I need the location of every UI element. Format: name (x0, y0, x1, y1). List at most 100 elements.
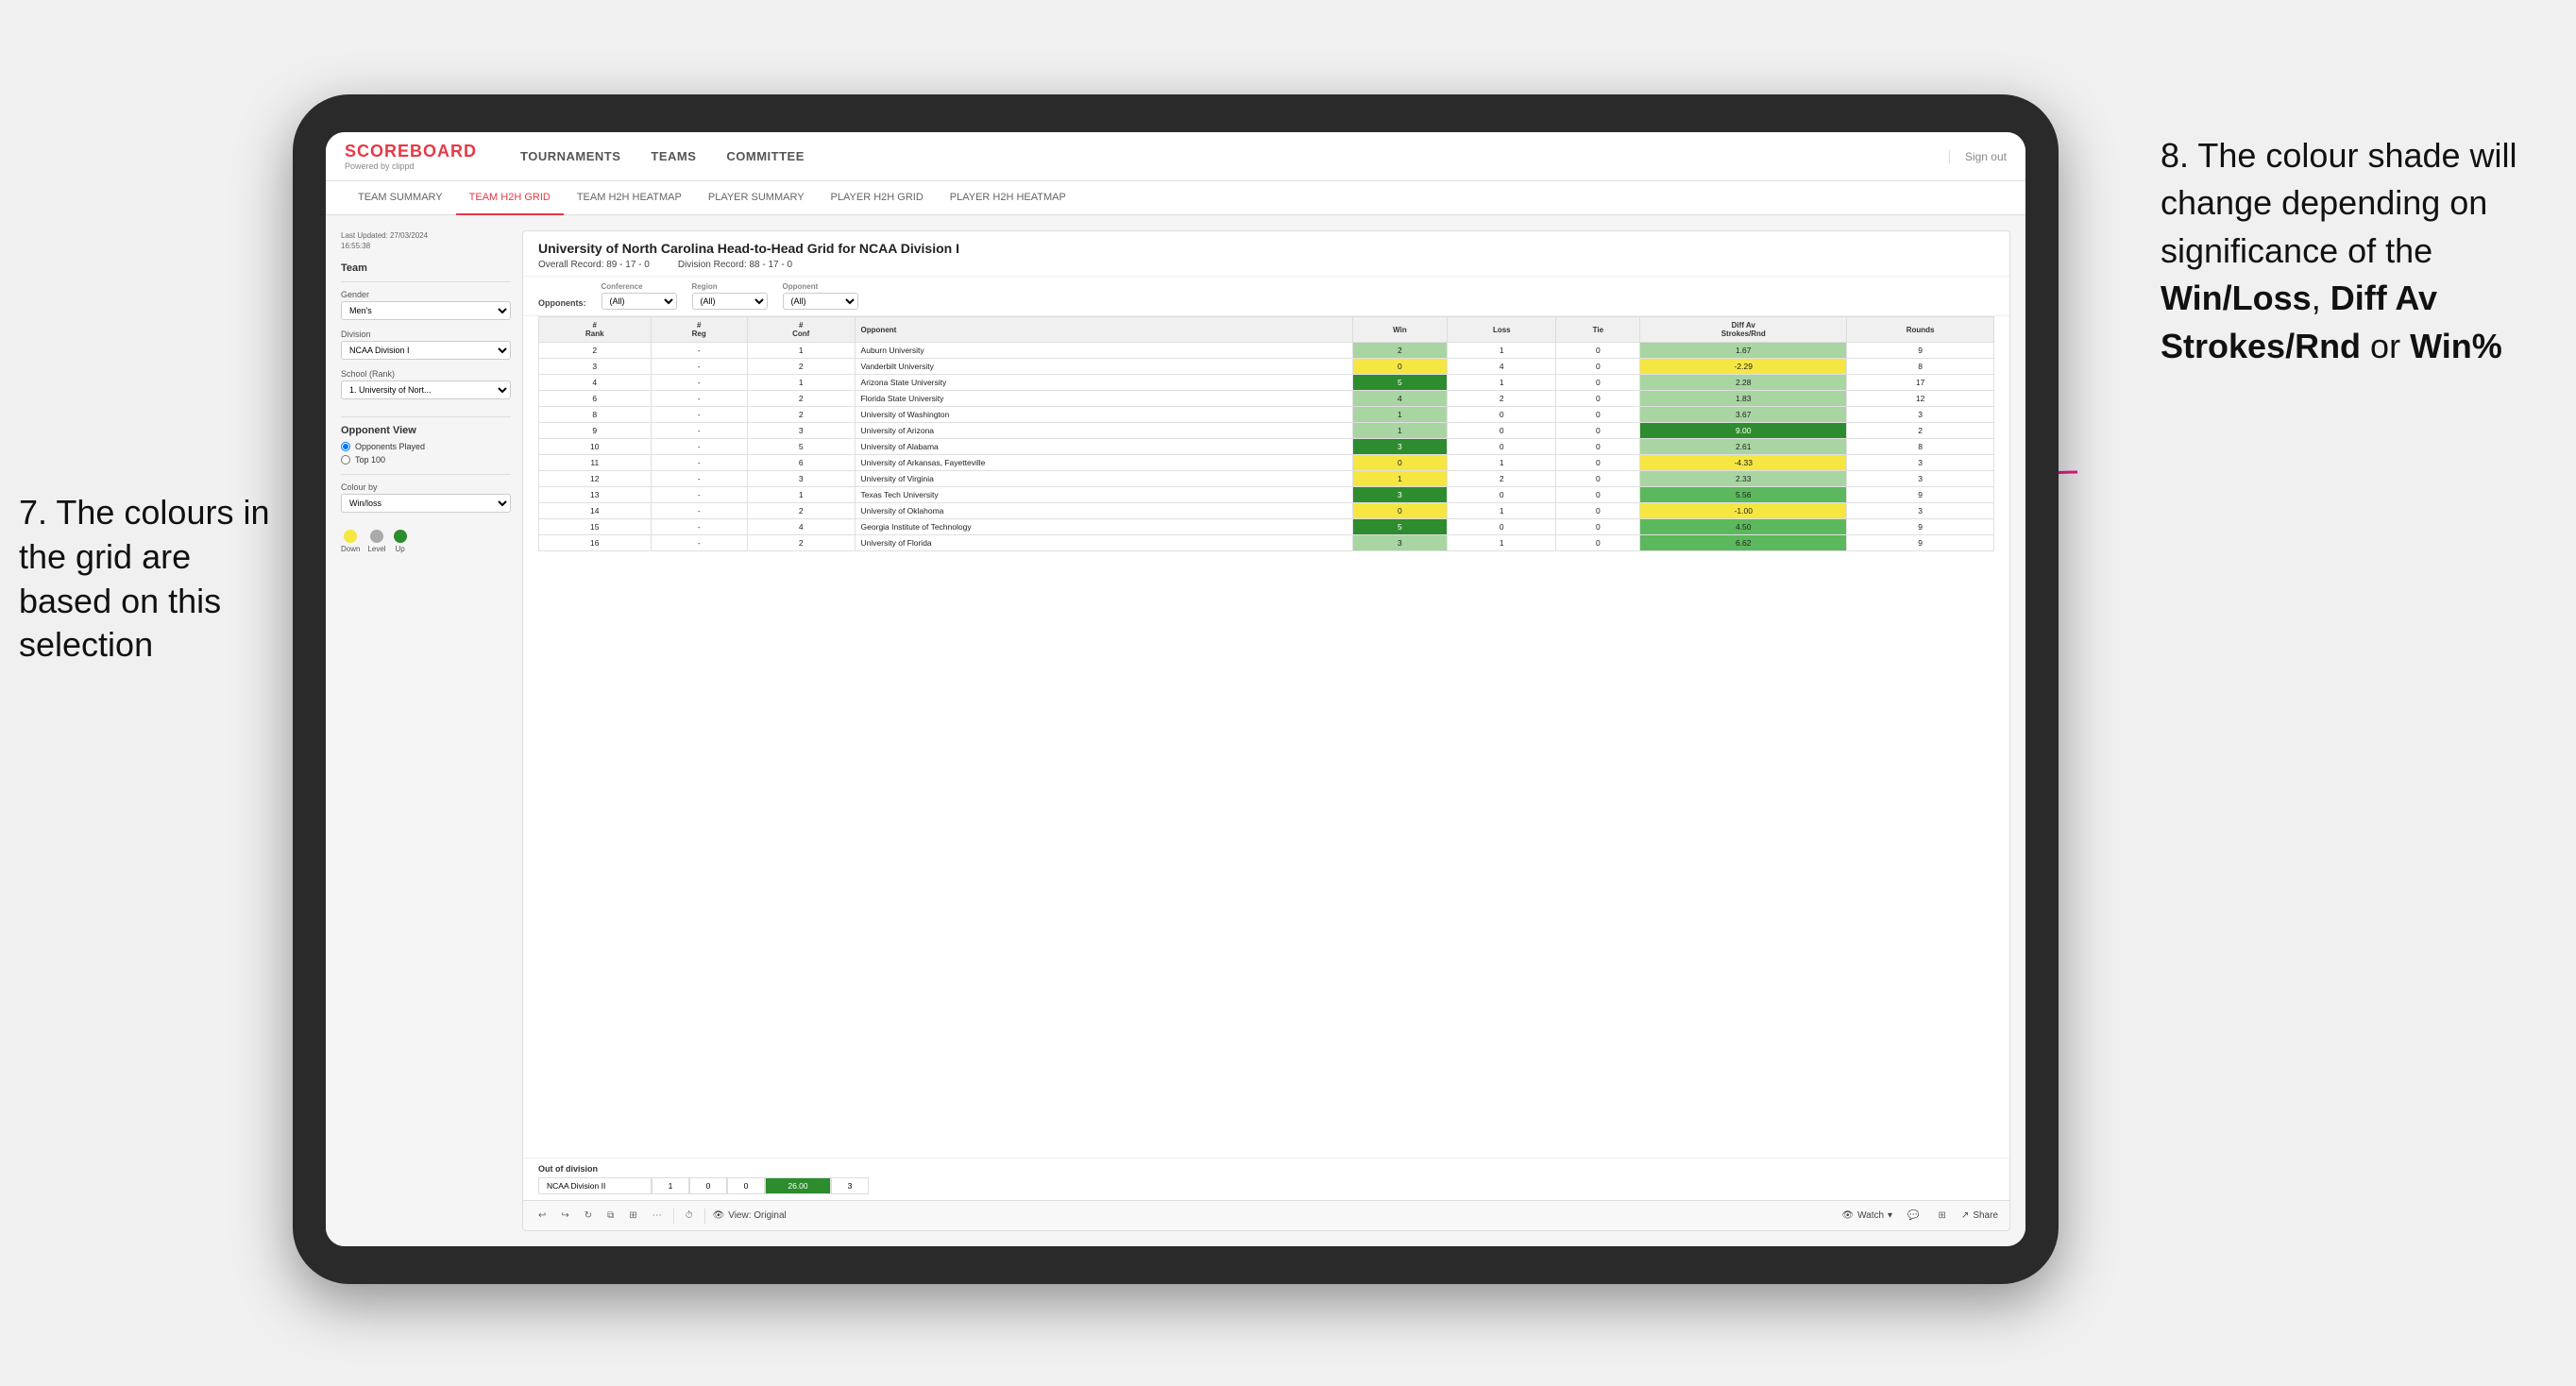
col-conf: #Conf (747, 317, 855, 343)
cell-win: 0 (1352, 455, 1447, 471)
toolbar-present[interactable]: ⊞ (1935, 1209, 1950, 1223)
tab-player-summary[interactable]: PLAYER SUMMARY (695, 181, 818, 215)
nav-tournaments[interactable]: TOURNAMENTS (505, 132, 636, 181)
main-content: Last Updated: 27/03/2024 16:55:38 Team G… (326, 215, 2025, 1246)
cell-win: 4 (1352, 391, 1447, 407)
tab-player-h2h-heatmap[interactable]: PLAYER H2H HEATMAP (937, 181, 1079, 215)
grid-main-title: University of North Carolina Head-to-Hea… (538, 241, 1994, 256)
cell-conf: 1 (747, 487, 855, 503)
toolbar-undo[interactable]: ↩ (534, 1209, 550, 1223)
cell-conf: 2 (747, 391, 855, 407)
toolbar-divider2 (704, 1209, 705, 1224)
cell-rank: 15 (539, 519, 652, 535)
cell-diff: 2.33 (1640, 471, 1847, 487)
logo-sub: Powered by clippd (345, 161, 477, 171)
cell-rank: 2 (539, 343, 652, 359)
toolbar-redo[interactable]: ↪ (557, 1209, 572, 1223)
toolbar-copy[interactable]: ⧉ (603, 1209, 618, 1223)
cell-tie: 0 (1556, 423, 1640, 439)
legend-level-dot (370, 530, 383, 543)
cell-tie: 0 (1556, 375, 1640, 391)
out-div-win: 1 (652, 1177, 689, 1194)
radio-top-100[interactable]: Top 100 (341, 455, 511, 465)
cell-loss: 0 (1448, 407, 1556, 423)
cell-rounds: 8 (1847, 359, 1994, 375)
nav-teams[interactable]: TEAMS (636, 132, 711, 181)
cell-diff: 9.00 (1640, 423, 1847, 439)
legend-up: Up (394, 530, 407, 553)
col-opponent: Opponent (855, 317, 1352, 343)
tab-team-h2h-heatmap[interactable]: TEAM H2H HEATMAP (564, 181, 695, 215)
radio-opponents-played[interactable]: Opponents Played (341, 442, 511, 451)
cell-loss: 0 (1448, 519, 1556, 535)
tab-player-h2h-grid[interactable]: PLAYER H2H GRID (818, 181, 937, 215)
cell-conf: 2 (747, 535, 855, 551)
toolbar-clock[interactable]: ⏱ (682, 1209, 697, 1223)
cell-reg: - (651, 359, 747, 375)
grid-title-section: University of North Carolina Head-to-Hea… (523, 231, 2009, 277)
cell-conf: 2 (747, 359, 855, 375)
filter-opponent: Opponent (All) (783, 282, 858, 310)
cell-conf: 2 (747, 407, 855, 423)
cell-rank: 4 (539, 375, 652, 391)
cell-opponent: Florida State University (855, 391, 1352, 407)
cell-loss: 0 (1448, 487, 1556, 503)
cell-reg: - (651, 487, 747, 503)
cell-win: 0 (1352, 503, 1447, 519)
filter-conference: Conference (All) (602, 282, 677, 310)
nav-committee[interactable]: COMMITTEE (711, 132, 820, 181)
cell-rank: 8 (539, 407, 652, 423)
cell-rounds: 12 (1847, 391, 1994, 407)
gender-label: Gender (341, 290, 511, 299)
col-reg: #Reg (651, 317, 747, 343)
colour-by-select[interactable]: Win/loss (341, 494, 511, 513)
division-select[interactable]: NCAA Division I (341, 341, 511, 360)
toolbar-grid[interactable]: ⊞ (625, 1209, 640, 1223)
tab-team-h2h-grid[interactable]: TEAM H2H GRID (456, 181, 564, 215)
table-header-row: #Rank #Reg #Conf Opponent Win Loss Tie D… (539, 317, 1994, 343)
tablet-frame: SCOREBOARD Powered by clippd TOURNAMENTS… (293, 94, 2059, 1284)
division-record-label: Division Record: 88 - 17 - 0 (678, 260, 792, 270)
region-filter-select[interactable]: (All) (692, 293, 768, 310)
cell-diff: 2.28 (1640, 375, 1847, 391)
cell-loss: 1 (1448, 375, 1556, 391)
cell-rounds: 8 (1847, 439, 1994, 455)
toolbar-divider (673, 1209, 674, 1224)
grid-area: University of North Carolina Head-to-Hea… (522, 230, 2010, 1231)
colour-legend: Down Level Up (341, 530, 511, 553)
toolbar-refresh[interactable]: ↻ (581, 1209, 596, 1223)
tab-team-summary[interactable]: TEAM SUMMARY (345, 181, 456, 215)
cell-conf: 6 (747, 455, 855, 471)
school-label: School (Rank) (341, 369, 511, 379)
nav-menu: TOURNAMENTS TEAMS COMMITTEE (505, 132, 1949, 181)
out-div-diff: 26.00 (765, 1177, 831, 1194)
cell-reg: - (651, 471, 747, 487)
cell-conf: 3 (747, 471, 855, 487)
toolbar-view: 👁 View: Original (713, 1210, 787, 1221)
cell-loss: 0 (1448, 439, 1556, 455)
team-label: Team (341, 262, 511, 274)
cell-opponent: Georgia Institute of Technology (855, 519, 1352, 535)
toolbar-more[interactable]: ⋯ (649, 1209, 666, 1223)
sign-out-button[interactable]: Sign out (1949, 150, 2007, 163)
legend-level: Level (367, 530, 385, 553)
toolbar-comment[interactable]: 💬 (1904, 1209, 1923, 1223)
cell-loss: 1 (1448, 503, 1556, 519)
conference-filter-select[interactable]: (All) (602, 293, 677, 310)
out-div-loss: 0 (689, 1177, 727, 1194)
cell-diff: 5.56 (1640, 487, 1847, 503)
opponent-filter-select[interactable]: (All) (783, 293, 858, 310)
grid-records: Overall Record: 89 - 17 - 0 Division Rec… (538, 260, 1994, 270)
share-button[interactable]: ↗ Share (1961, 1210, 1998, 1221)
watch-button[interactable]: 👁 Watch ▾ (1841, 1210, 1892, 1221)
cell-win: 3 (1352, 535, 1447, 551)
view-icon: 👁 (713, 1210, 725, 1221)
cell-rank: 11 (539, 455, 652, 471)
cell-win: 1 (1352, 471, 1447, 487)
gender-select[interactable]: Men's (341, 301, 511, 320)
logo-area: SCOREBOARD Powered by clippd (345, 142, 477, 171)
col-rank: #Rank (539, 317, 652, 343)
sub-nav: TEAM SUMMARY TEAM H2H GRID TEAM H2H HEAT… (326, 181, 2025, 215)
cell-win: 2 (1352, 343, 1447, 359)
school-select[interactable]: 1. University of Nort... (341, 380, 511, 399)
